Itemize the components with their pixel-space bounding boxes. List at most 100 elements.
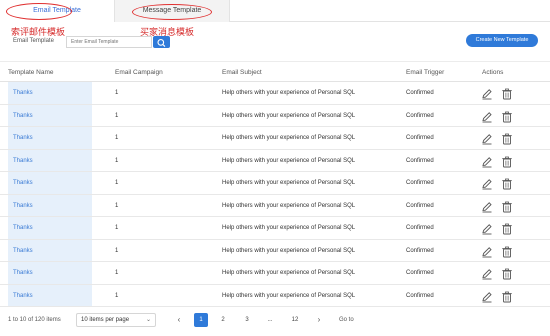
email-subject-value: Help others with your experience of Pers… — [222, 135, 356, 141]
header-email-campaign: Email Campaign — [115, 69, 163, 76]
template-name-link[interactable]: Thanks — [8, 149, 92, 171]
trash-icon[interactable] — [501, 87, 513, 100]
edit-icon[interactable] — [481, 177, 493, 190]
items-per-page-value: 10 items per page — [81, 317, 130, 323]
edit-icon[interactable] — [481, 245, 493, 257]
template-name-link[interactable]: Thanks — [8, 239, 92, 261]
email-subject-value: Help others with your experience of Pers… — [222, 112, 356, 119]
search-label: Email Template — [13, 38, 54, 44]
table-row: Thanks 1 Help others with your experience … — [0, 262, 550, 285]
email-trigger-value: Confirmed — [406, 180, 434, 186]
page-3-button[interactable]: 3 — [240, 313, 254, 327]
table-row: Thanks 1 Help others with your experience … — [0, 82, 550, 105]
template-name-link[interactable]: Thanks — [8, 172, 92, 194]
table-row: Thanks 1 Help others with your experience … — [0, 104, 550, 127]
highlight-circle — [132, 4, 212, 20]
search-bar: Email Template Create New Template — [0, 34, 550, 50]
email-campaign-value: 1 — [115, 180, 119, 186]
email-trigger-value: Confirmed — [406, 112, 434, 119]
template-name-link[interactable]: Thanks — [8, 194, 92, 216]
trash-icon[interactable] — [501, 132, 513, 145]
pagination: 1 to 10 of 120 items 10 items per page ⌄… — [0, 312, 550, 330]
edit-icon[interactable] — [481, 87, 493, 100]
edit-icon[interactable] — [481, 132, 493, 145]
table-row: Thanks 1 Help others with your experience … — [0, 127, 550, 150]
search-button[interactable] — [153, 36, 170, 48]
trash-icon[interactable] — [501, 110, 513, 122]
edit-icon[interactable] — [481, 110, 493, 122]
search-icon — [157, 39, 166, 47]
table-body: Thanks 1 Help others with your experience … — [0, 82, 550, 307]
chevron-left-icon[interactable]: ‹ — [173, 314, 185, 326]
trash-icon[interactable] — [501, 177, 513, 190]
template-name-link[interactable]: Thanks — [8, 262, 92, 284]
tab-bar: Email Template Message Template — [0, 0, 550, 22]
template-name-link[interactable]: Thanks — [8, 104, 92, 126]
chevron-right-icon[interactable]: › — [313, 314, 325, 326]
email-campaign-value: 1 — [115, 157, 119, 164]
table-row: Thanks 1 Help others with your experience … — [0, 172, 550, 195]
email-trigger-value: Confirmed — [406, 292, 434, 299]
email-campaign-value: 1 — [115, 247, 119, 254]
table-header: Template Name Email Campaign Email Subje… — [0, 61, 550, 82]
edit-icon[interactable] — [481, 155, 493, 167]
email-trigger-value: Confirmed — [406, 90, 434, 96]
email-trigger-value: Confirmed — [406, 135, 434, 141]
email-campaign-value: 1 — [115, 202, 119, 209]
email-subject-value: Help others with your experience of Pers… — [222, 180, 356, 186]
template-table: Template Name Email Campaign Email Subje… — [0, 61, 550, 307]
search-input[interactable] — [66, 36, 152, 48]
header-email-subject: Email Subject — [222, 69, 262, 76]
edit-icon[interactable] — [481, 290, 493, 302]
trash-icon[interactable] — [501, 222, 513, 235]
email-trigger-value: Confirmed — [406, 202, 434, 209]
table-row: Thanks 1 Help others with your experience … — [0, 239, 550, 262]
edit-icon[interactable] — [481, 200, 493, 212]
page-1-button[interactable]: 1 — [194, 313, 208, 327]
email-subject-value: Help others with your experience of Pers… — [222, 247, 356, 254]
trash-icon[interactable] — [501, 267, 513, 280]
email-subject-value: Help others with your experience of Pers… — [222, 202, 356, 209]
trash-icon[interactable] — [501, 245, 513, 257]
email-campaign-value: 1 — [115, 112, 119, 119]
page-2-button[interactable]: 2 — [216, 313, 230, 327]
trash-icon[interactable] — [501, 200, 513, 212]
trash-icon[interactable] — [501, 155, 513, 167]
template-name-link[interactable]: Thanks — [8, 284, 92, 306]
table-row: Thanks 1 Help others with your experience … — [0, 217, 550, 240]
create-new-template-button[interactable]: Create New Template — [466, 34, 538, 47]
header-actions: Actions — [482, 69, 504, 76]
email-trigger-value: Confirmed — [406, 225, 434, 231]
email-subject-value: Help others with your experience of Pers… — [222, 292, 356, 299]
edit-icon[interactable] — [481, 267, 493, 280]
email-subject-value: Help others with your experience of Pers… — [222, 225, 356, 231]
table-row: Thanks 1 Help others with your experience … — [0, 149, 550, 172]
email-campaign-value: 1 — [115, 270, 119, 276]
page-ellipsis: ... — [267, 317, 273, 323]
pagination-info: 1 to 10 of 120 items — [8, 317, 61, 323]
email-trigger-value: Confirmed — [406, 247, 434, 254]
page-12-button[interactable]: 12 — [288, 313, 302, 327]
template-name-link[interactable]: Thanks — [8, 217, 92, 239]
email-trigger-value: Confirmed — [406, 157, 434, 164]
highlight-circle — [6, 3, 72, 20]
edit-icon[interactable] — [481, 222, 493, 235]
email-campaign-value: 1 — [115, 292, 119, 299]
goto-label: Go to — [339, 317, 354, 323]
template-name-link[interactable]: Thanks — [8, 127, 92, 149]
header-template-name: Template Name — [8, 69, 54, 76]
table-row: Thanks 1 Help others with your experience … — [0, 284, 550, 307]
email-trigger-value: Confirmed — [406, 270, 434, 276]
trash-icon[interactable] — [501, 290, 513, 302]
items-per-page-select[interactable]: 10 items per page ⌄ — [76, 313, 156, 327]
header-email-trigger: Email Trigger — [406, 69, 445, 76]
email-subject-value: Help others with your experience of Pers… — [222, 270, 356, 276]
email-campaign-value: 1 — [115, 90, 119, 96]
chevron-down-icon: ⌄ — [145, 317, 151, 323]
email-campaign-value: 1 — [115, 225, 119, 231]
email-subject-value: Help others with your experience of Pers… — [222, 157, 356, 164]
email-campaign-value: 1 — [115, 135, 119, 141]
template-name-link[interactable]: Thanks — [8, 82, 92, 104]
email-subject-value: Help others with your experience of Pers… — [222, 90, 356, 96]
table-row: Thanks 1 Help others with your experience … — [0, 194, 550, 217]
